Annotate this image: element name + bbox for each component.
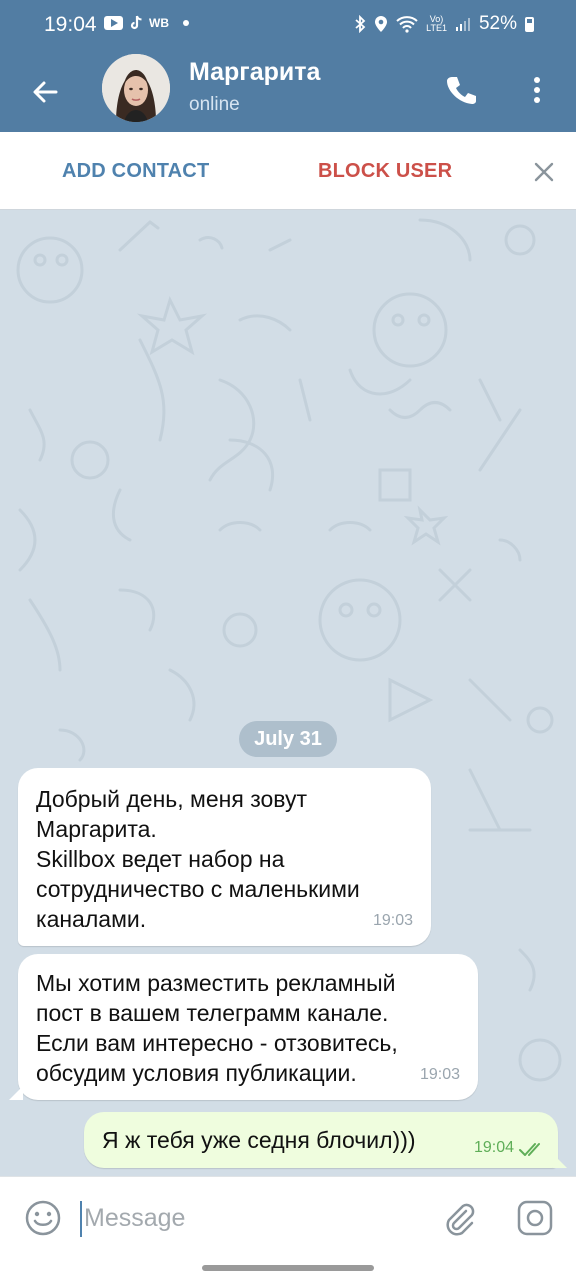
navigation-bar	[0, 1256, 576, 1280]
wb-icon: WB	[149, 16, 169, 30]
incoming-message[interactable]: Добрый день, меня зовут Маргарита. Skill…	[18, 768, 431, 946]
status-time: 19:04	[44, 13, 97, 36]
location-icon	[375, 16, 388, 32]
message-line: Маргарита.	[36, 816, 157, 842]
add-contact-button[interactable]: ADD CONTACT	[62, 160, 209, 183]
double-check-read-icon	[519, 1143, 540, 1156]
avatar[interactable]	[102, 54, 170, 122]
message-time: 19:03	[372, 912, 413, 929]
avatar-portrait	[102, 54, 170, 122]
message-line: каналами.	[36, 906, 147, 932]
message-time: 19:03	[419, 1066, 460, 1083]
chat-header: Маргарита online	[0, 52, 576, 132]
date-separator: July 31	[239, 721, 337, 757]
contact-action-bar: ADD CONTACT BLOCK USER	[0, 132, 576, 210]
tiktok-icon	[130, 15, 142, 30]
phone-icon[interactable]	[440, 70, 480, 110]
message-line: Мы хотим разместить рекламный	[36, 970, 396, 996]
status-bar: 19:04 WB Vo) LTE1 52%	[0, 0, 576, 52]
incoming-message[interactable]: Мы хотим разместить рекламный пост в ваш…	[9, 954, 478, 1100]
paperclip-icon[interactable]	[440, 1199, 478, 1237]
message-line: Если вам интересно - отзовитесь,	[36, 1030, 398, 1056]
bluetooth-icon	[355, 15, 366, 33]
contact-status: online	[189, 94, 240, 115]
emoji-icon[interactable]	[24, 1199, 62, 1237]
network-label-bottom: LTE1	[426, 23, 447, 33]
notification-icons: WB	[104, 15, 189, 31]
message-text: Я ж тебя уже седня блочил)))	[102, 1127, 416, 1153]
block-user-button[interactable]: BLOCK USER	[318, 160, 452, 183]
battery-icon	[525, 16, 534, 32]
message-line: Добрый день, меня зовут	[36, 786, 308, 812]
message-line: пост в вашем телеграмм канале.	[36, 1000, 389, 1026]
message-composer	[0, 1176, 576, 1256]
message-line: сотрудничество с маленькими	[36, 876, 360, 902]
message-time: 19:04	[473, 1139, 514, 1156]
message-line: обсудим условия публикации.	[36, 1060, 357, 1086]
system-icons: Vo) LTE1 52%	[354, 13, 534, 35]
text-cursor	[80, 1201, 82, 1237]
wifi-icon	[396, 16, 418, 33]
contact-name[interactable]: Маргарита	[189, 58, 320, 87]
more-notifications-dot	[183, 20, 189, 26]
more-vertical-icon[interactable]	[520, 70, 554, 110]
message-input[interactable]	[84, 1197, 424, 1239]
camera-icon[interactable]	[516, 1199, 554, 1237]
home-indicator[interactable]	[202, 1265, 374, 1271]
network-label: Vo) LTE1	[426, 15, 447, 33]
back-arrow-icon[interactable]	[26, 72, 66, 112]
signal-icon	[455, 18, 470, 31]
battery-percent: 52%	[478, 13, 517, 34]
outgoing-message[interactable]: Я ж тебя уже седня блочил))) 19:04	[84, 1112, 567, 1168]
message-line: Skillbox ведет набор на	[36, 846, 285, 872]
youtube-icon	[104, 16, 123, 30]
close-icon[interactable]	[530, 158, 558, 186]
chat-area[interactable]: July 31 Добрый день, меня зовут Маргарит…	[0, 210, 576, 1176]
